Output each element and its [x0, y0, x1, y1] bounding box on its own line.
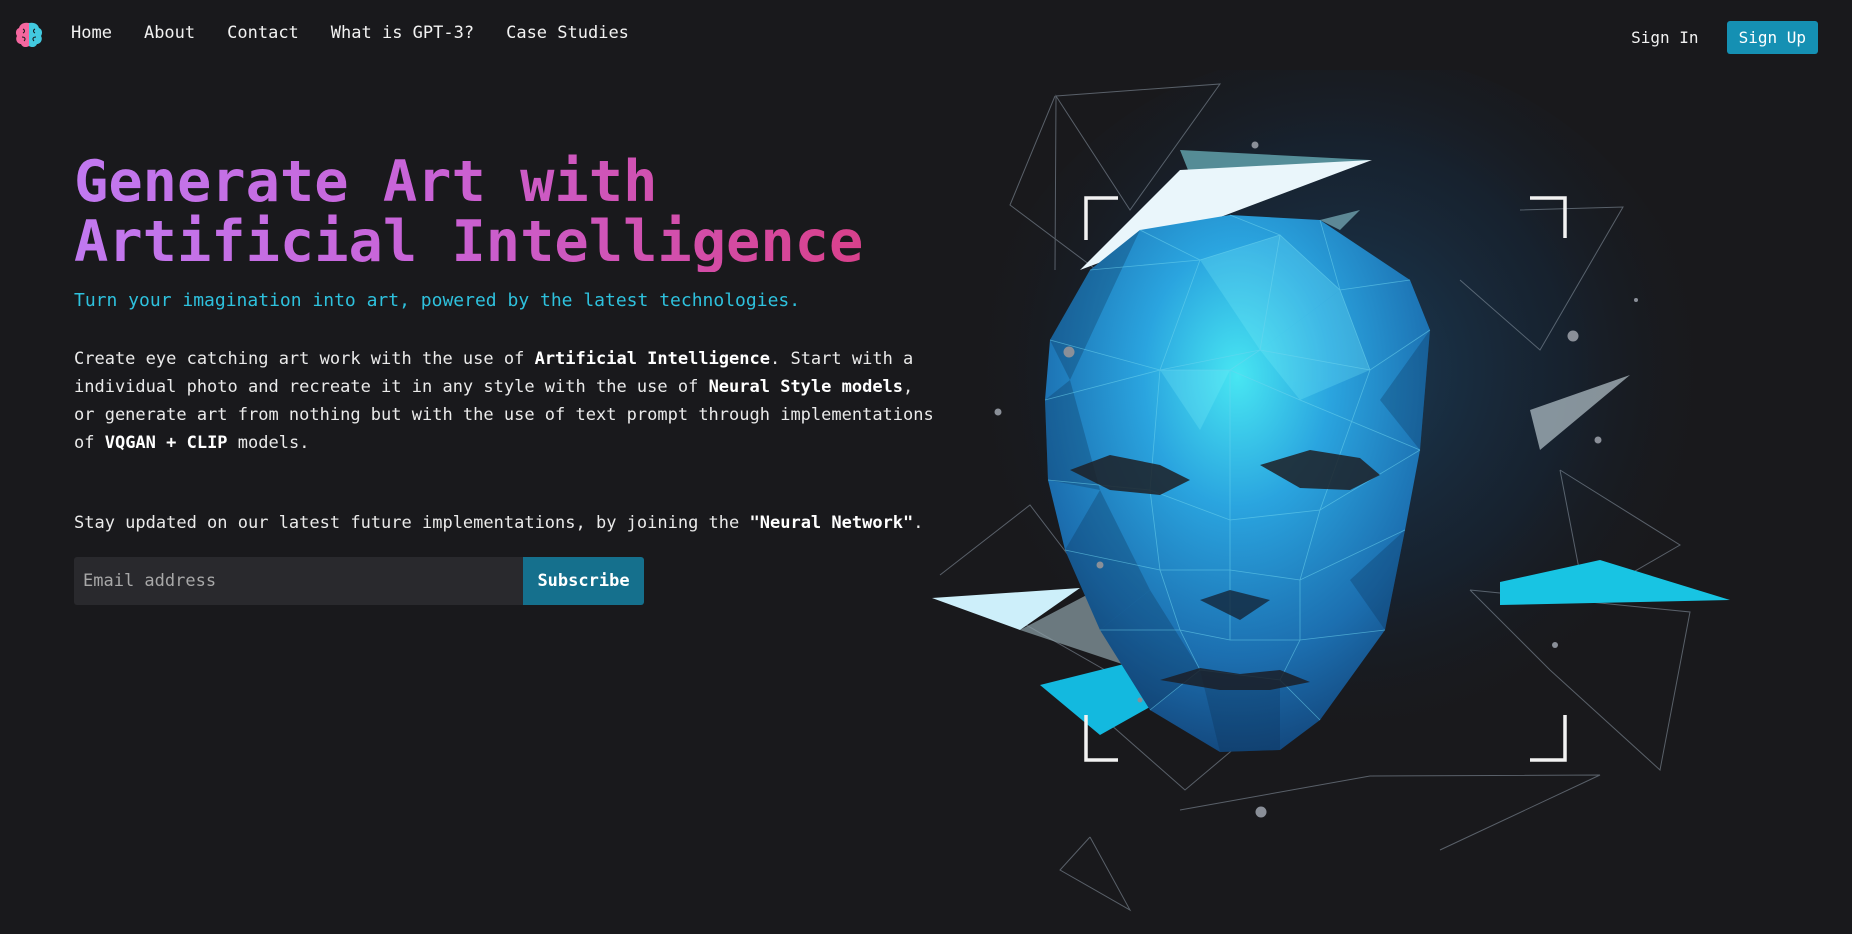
landing-page: Home About Contact What is GPT-3? Case S…: [0, 0, 1852, 934]
hero-title-line1: Generate Art with: [74, 149, 658, 215]
nav-link-about[interactable]: About: [144, 23, 195, 43]
email-input[interactable]: [74, 557, 523, 605]
desc-bold-neural-style: Neural Style models: [708, 377, 904, 397]
desc-text-4: models.: [227, 433, 310, 453]
sign-up-button[interactable]: Sign Up: [1726, 21, 1818, 54]
hero-title: Generate Art with Artificial Intelligenc…: [74, 152, 974, 272]
newsletter-bold: "Neural Network": [749, 513, 914, 533]
nav-links: Home About Contact What is GPT-3? Case S…: [71, 23, 661, 43]
hero-title-line2: Artificial Intelligence: [74, 209, 864, 275]
sign-in-link[interactable]: Sign In: [1631, 28, 1698, 47]
newsletter-text-1: Stay updated on our latest future implem…: [74, 513, 750, 533]
brain-icon[interactable]: [14, 20, 44, 50]
desc-text-1: Create eye catching art work with the us…: [74, 349, 535, 369]
low-poly-face-icon: [932, 70, 1730, 912]
nav-link-gpt3[interactable]: What is GPT-3?: [331, 23, 474, 43]
navbar: Home About Contact What is GPT-3? Case S…: [0, 0, 1852, 70]
nav-link-contact[interactable]: Contact: [227, 23, 299, 43]
desc-bold-ai: Artificial Intelligence: [534, 349, 770, 369]
auth-controls: Sign In Sign Up: [1631, 21, 1818, 54]
nav-link-home[interactable]: Home: [71, 23, 112, 43]
subscribe-button[interactable]: Subscribe: [523, 557, 644, 605]
hero-description: Create eye catching art work with the us…: [74, 345, 934, 457]
hero-subtitle: Turn your imagination into art, powered …: [74, 290, 801, 311]
desc-bold-vqgan: VQGAN + CLIP: [104, 433, 228, 453]
newsletter-text: Stay updated on our latest future implem…: [74, 513, 924, 533]
nav-link-case-studies[interactable]: Case Studies: [506, 23, 629, 43]
